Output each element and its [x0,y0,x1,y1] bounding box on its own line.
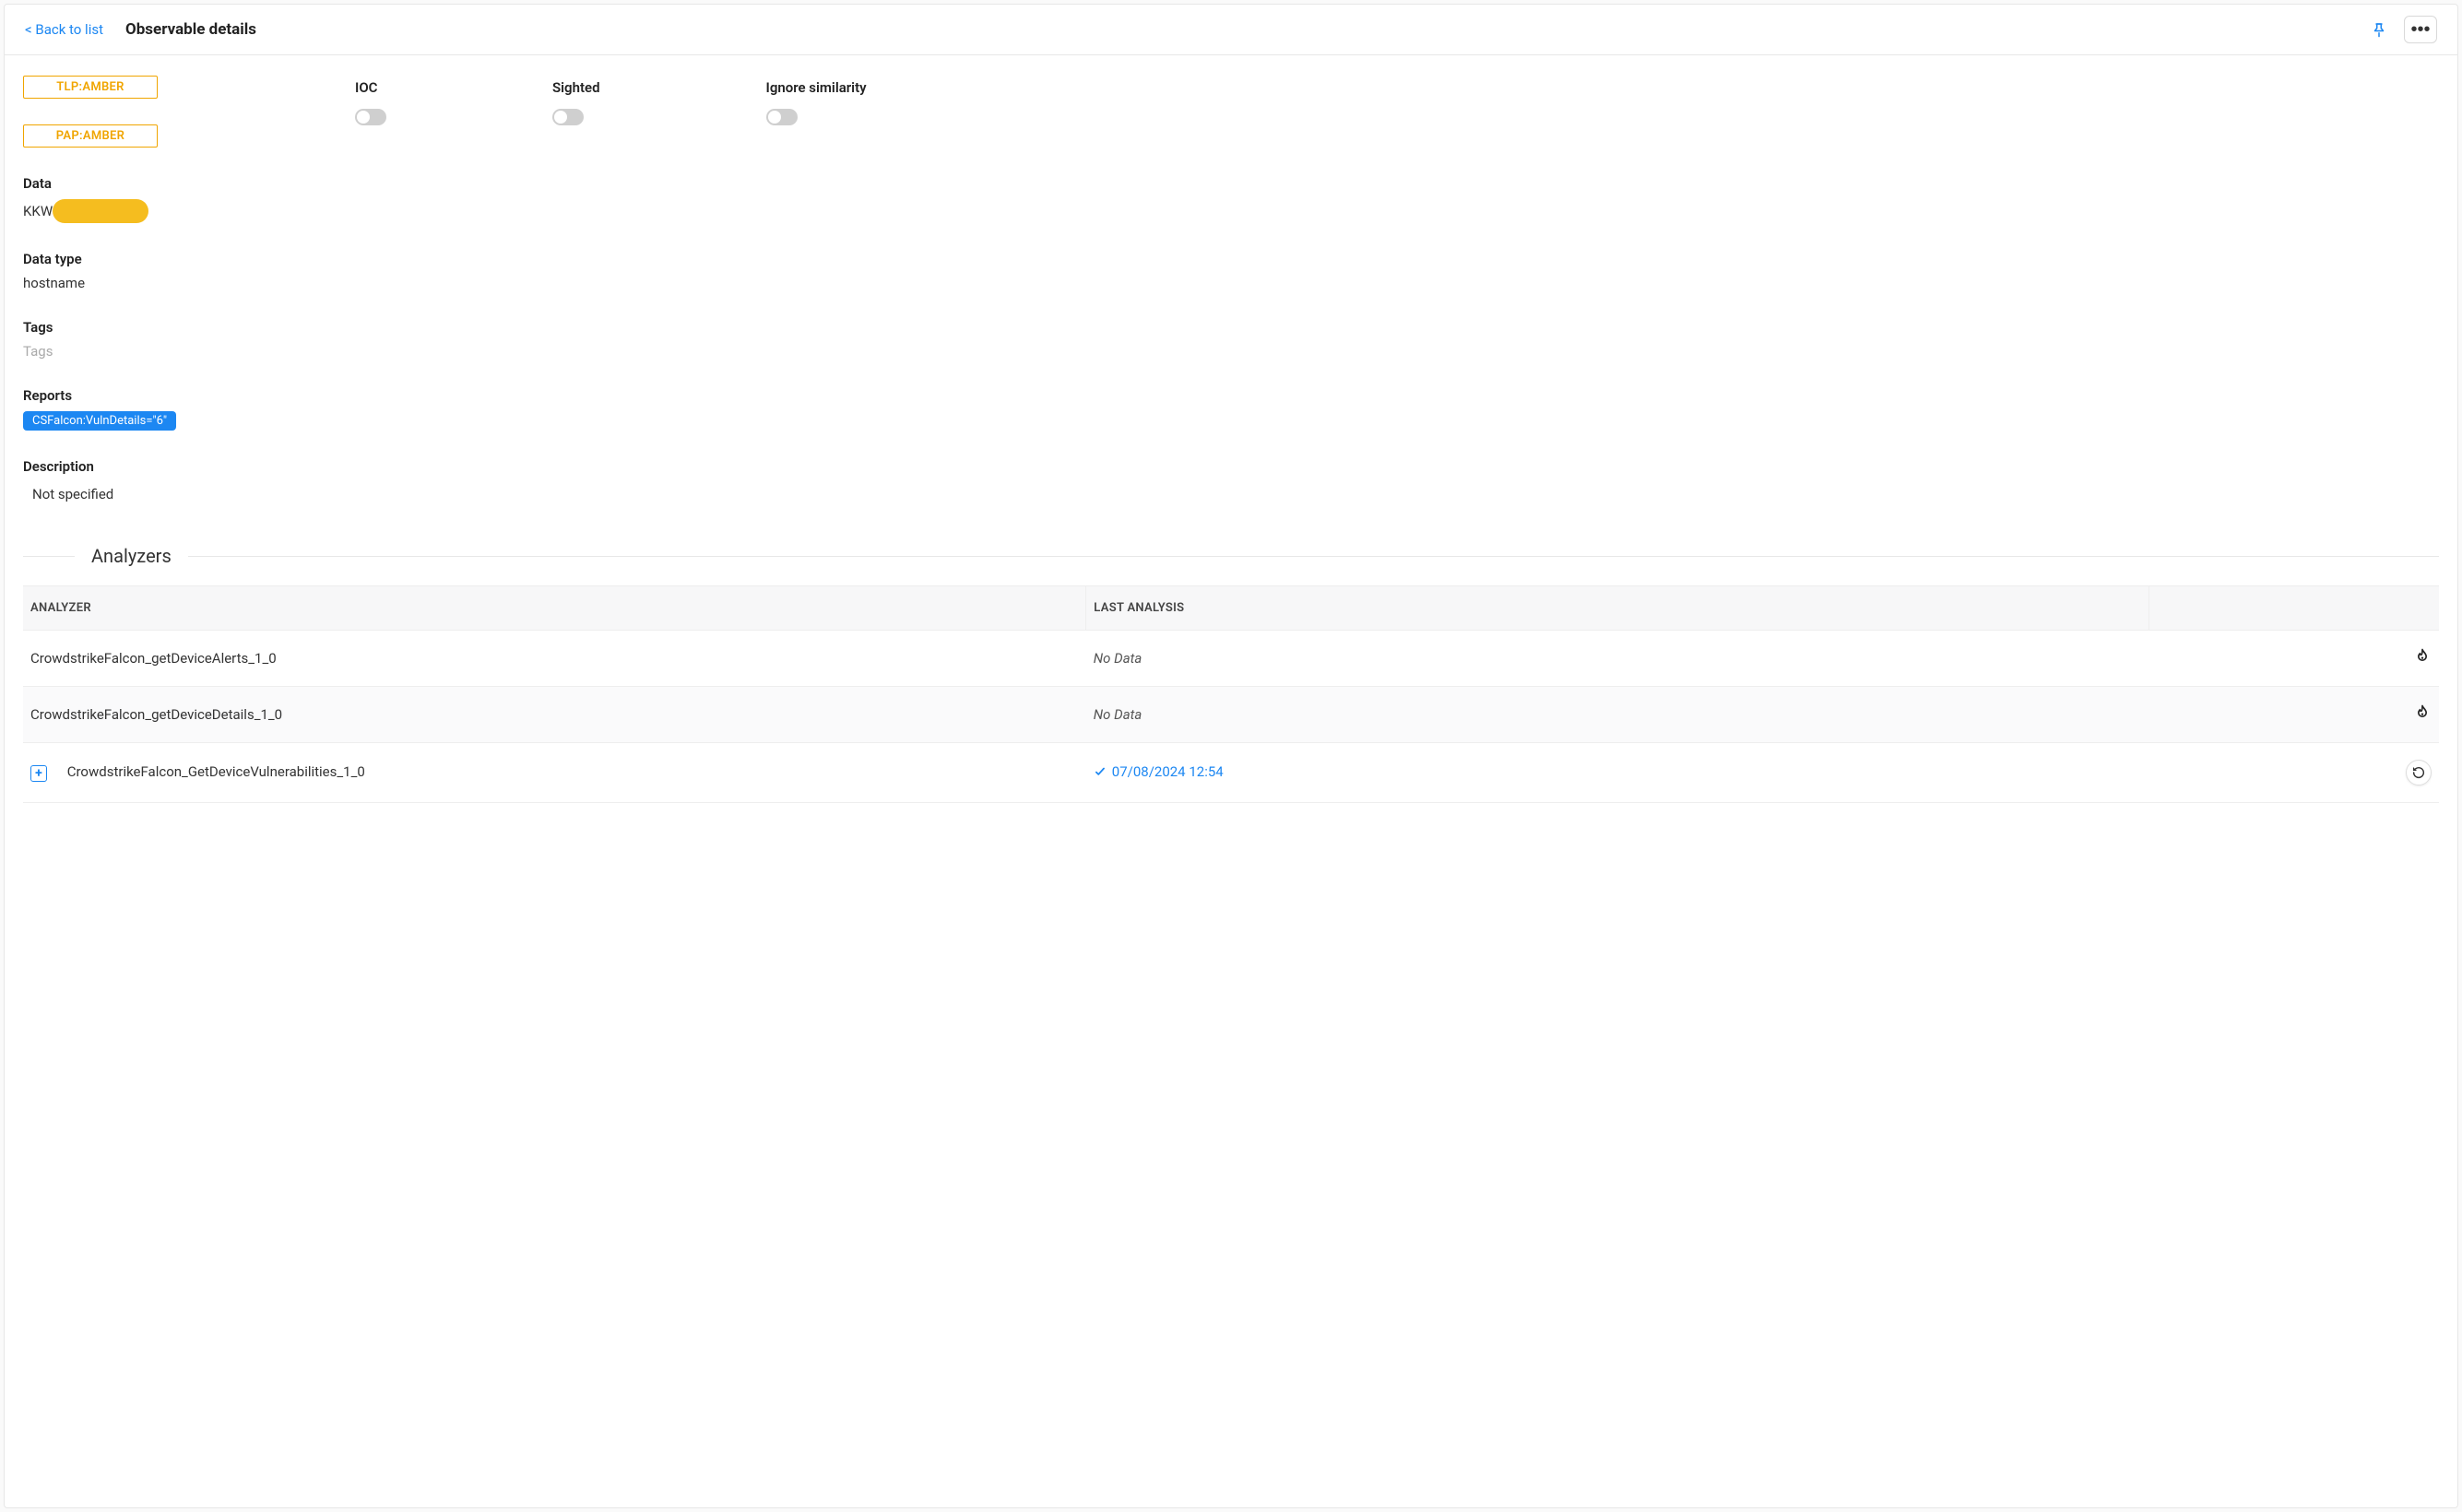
analyzers-col-analyzer: ANALYZER [23,586,1086,631]
analyzer-row: CrowdstrikeFalcon_getDeviceAlerts_1_0 No… [23,631,2439,687]
ignore-similarity-label: Ignore similarity [766,79,867,96]
reports-field: Reports CSFalcon:VulnDetails="6" [23,387,2439,431]
report-chip[interactable]: CSFalcon:VulnDetails="6" [23,411,176,431]
more-actions-button[interactable]: ••• [2404,16,2437,43]
data-field-value: KKW [23,199,148,223]
tags-field: Tags Tags [23,319,2439,360]
check-icon [1094,765,1107,778]
refresh-icon [2411,765,2426,780]
data-value-redacted [53,199,148,223]
analyzer-name: CrowdstrikeFalcon_getDeviceDetails_1_0 [30,706,282,723]
analyzer-name: CrowdstrikeFalcon_getDeviceAlerts_1_0 [30,650,277,667]
data-field: Data KKW [23,175,2439,223]
analyzer-name: CrowdstrikeFalcon_GetDeviceVulnerabiliti… [67,763,365,780]
taxonomy-chips: TLP:AMBER PAP:AMBER [23,76,355,148]
analyzer-last-nodata: No Data [1094,706,1142,723]
description-label: Description [23,458,2439,475]
header-left: < Back to list Observable details [25,20,256,39]
analyzers-table: ANALYZER LAST ANALYSIS CrowdstrikeFalcon… [23,585,2439,803]
description-value: Not specified [23,486,2439,502]
ignore-similarity-toggle-block: Ignore similarity [766,79,867,125]
tags-placeholder[interactable]: Tags [23,343,2439,360]
pap-chip[interactable]: PAP:AMBER [23,124,158,148]
fire-icon [2413,647,2432,666]
sighted-toggle-block: Sighted [552,79,600,125]
data-field-label: Data [23,175,2439,192]
data-type-label: Data type [23,251,2439,267]
analyzers-col-last: LAST ANALYSIS [1086,586,2149,631]
sighted-toggle[interactable] [552,109,584,125]
ioc-label: IOC [355,79,386,96]
back-to-list-link[interactable]: < Back to list [25,21,103,38]
tlp-chip[interactable]: TLP:AMBER [23,76,158,99]
sighted-label: Sighted [552,79,600,96]
analyzers-title: Analyzers [75,545,188,567]
pin-icon[interactable] [2367,18,2391,41]
analyzer-last-date: 07/08/2024 12:54 [1112,763,1224,780]
analyzer-last-nodata: No Data [1094,650,1142,667]
analyzer-row: + CrowdstrikeFalcon_GetDeviceVulnerabili… [23,743,2439,803]
reports-list: CSFalcon:VulnDetails="6" [23,411,2439,431]
fire-icon [2413,703,2432,722]
toggles-row: IOC Sighted Ignore similarity [355,76,2439,125]
description-field: Description Not specified [23,458,2439,502]
reports-label: Reports [23,387,2439,404]
tags-label: Tags [23,319,2439,336]
panel-header: < Back to list Observable details ••• [5,5,2457,55]
more-icon: ••• [2410,19,2430,41]
taxonomy-and-toggles-row: TLP:AMBER PAP:AMBER IOC Sighted Ignore s… [23,76,2439,148]
panel-content: TLP:AMBER PAP:AMBER IOC Sighted Ignore s… [5,55,2457,840]
run-analyzer-button[interactable] [2413,703,2432,722]
rerun-analyzer-button[interactable] [2406,760,2432,786]
data-type-field: Data type hostname [23,251,2439,291]
analyzer-last-success[interactable]: 07/08/2024 12:54 [1094,763,1224,780]
ioc-toggle-block: IOC [355,79,386,125]
expand-analyzer-button[interactable]: + [30,765,47,782]
analyzers-section-heading: Analyzers [23,545,2439,567]
analyzers-col-actions [2149,586,2439,631]
ioc-toggle[interactable] [355,109,386,125]
run-analyzer-button[interactable] [2413,647,2432,666]
page-title: Observable details [125,20,256,39]
header-right: ••• [2367,16,2437,43]
observable-details-panel: < Back to list Observable details ••• TL… [4,4,2458,1508]
ignore-similarity-toggle[interactable] [766,109,798,125]
data-value-prefix: KKW [23,203,53,219]
data-type-value: hostname [23,275,2439,291]
analyzer-row: CrowdstrikeFalcon_getDeviceDetails_1_0 N… [23,687,2439,743]
